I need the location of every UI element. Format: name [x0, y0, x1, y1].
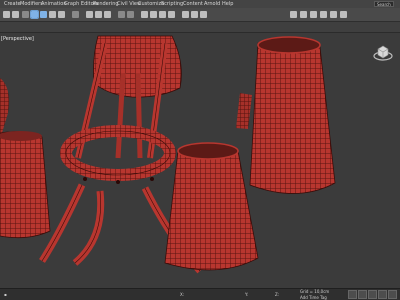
left-edge-arm[interactable]	[0, 78, 9, 133]
render-icon[interactable]	[200, 11, 207, 18]
right-shade-holder[interactable]	[236, 93, 252, 129]
menu-scripting[interactable]: Scripting	[161, 0, 183, 8]
z-coordinate-label: Z:	[275, 292, 280, 297]
menu-rendering[interactable]: Rendering	[93, 0, 119, 8]
viewport-label[interactable]: [Perspective]	[1, 36, 34, 42]
arm-lower-middle[interactable]	[72, 190, 105, 266]
y-coordinate-label: Y:	[245, 292, 249, 297]
maxscript-listener-icon[interactable]: ▪	[4, 292, 7, 297]
redo-icon[interactable]	[12, 11, 19, 18]
rendered-frame-icon[interactable]	[191, 11, 198, 18]
menu-create[interactable]: Create	[4, 0, 21, 8]
panel-create-icon[interactable]	[290, 11, 297, 18]
material-editor-icon[interactable]	[168, 11, 175, 18]
front-lamp-shade[interactable]	[164, 145, 259, 271]
viewport-scene	[0, 35, 336, 274]
maximize-viewport-icon[interactable]	[388, 290, 397, 299]
angle-snap-icon[interactable]	[95, 11, 102, 18]
search-input[interactable]: Search	[374, 1, 394, 7]
panel-display-icon[interactable]	[330, 11, 337, 18]
orbit-icon[interactable]	[378, 290, 387, 299]
menu-help[interactable]: Help	[222, 0, 233, 8]
pan-icon[interactable]	[358, 290, 367, 299]
menu-modifiers[interactable]: Modifiers	[20, 0, 43, 8]
menu-animation[interactable]: Animation	[41, 0, 67, 8]
panel-hierarchy-icon[interactable]	[310, 11, 317, 18]
snaps-toggle-icon[interactable]	[86, 11, 93, 18]
x-coordinate-label: X:	[180, 292, 185, 297]
perspective-viewport[interactable]	[0, 33, 400, 288]
ribbon-tab-strip	[0, 22, 400, 33]
rod-back-right[interactable]	[135, 72, 143, 159]
mirror-icon[interactable]	[118, 11, 125, 18]
right-lamp-shade[interactable]	[249, 39, 336, 194]
left-lamp-shade[interactable]	[0, 131, 51, 239]
viewcube-icon[interactable]	[373, 43, 393, 63]
add-time-tag-button[interactable]: Add Time Tag	[300, 295, 327, 300]
menu-bar: Create Modifiers Animation Graph Editors…	[0, 0, 400, 8]
percent-snap-icon[interactable]	[104, 11, 111, 18]
grid-size-label: Grid = 10,0cm	[300, 289, 330, 294]
schematic-view-icon[interactable]	[159, 11, 166, 18]
panel-modify-icon[interactable]	[300, 11, 307, 18]
menu-arnold[interactable]: Arnold	[204, 0, 220, 8]
link-icon[interactable]	[22, 11, 29, 18]
panel-motion-icon[interactable]	[320, 11, 327, 18]
undo-icon[interactable]	[3, 11, 10, 18]
layer-explorer-icon[interactable]	[141, 11, 148, 18]
reference-coordinate-icon[interactable]	[72, 11, 79, 18]
zoom-icon[interactable]	[368, 290, 377, 299]
align-icon[interactable]	[127, 11, 134, 18]
render-setup-icon[interactable]	[182, 11, 189, 18]
panel-utilities-icon[interactable]	[340, 11, 347, 18]
select-scale-icon[interactable]	[58, 11, 65, 18]
select-object-icon[interactable]	[30, 10, 39, 19]
curve-editor-icon[interactable]	[150, 11, 157, 18]
select-rotate-icon[interactable]	[49, 11, 56, 18]
main-toolbar	[0, 8, 400, 22]
status-bar: ▪ X: Y: Z: Grid = 10,0cm Add Time Tag	[0, 288, 400, 300]
key-filter-icon[interactable]	[348, 290, 357, 299]
select-move-icon[interactable]	[40, 11, 47, 18]
menu-content[interactable]: Content	[183, 0, 203, 8]
